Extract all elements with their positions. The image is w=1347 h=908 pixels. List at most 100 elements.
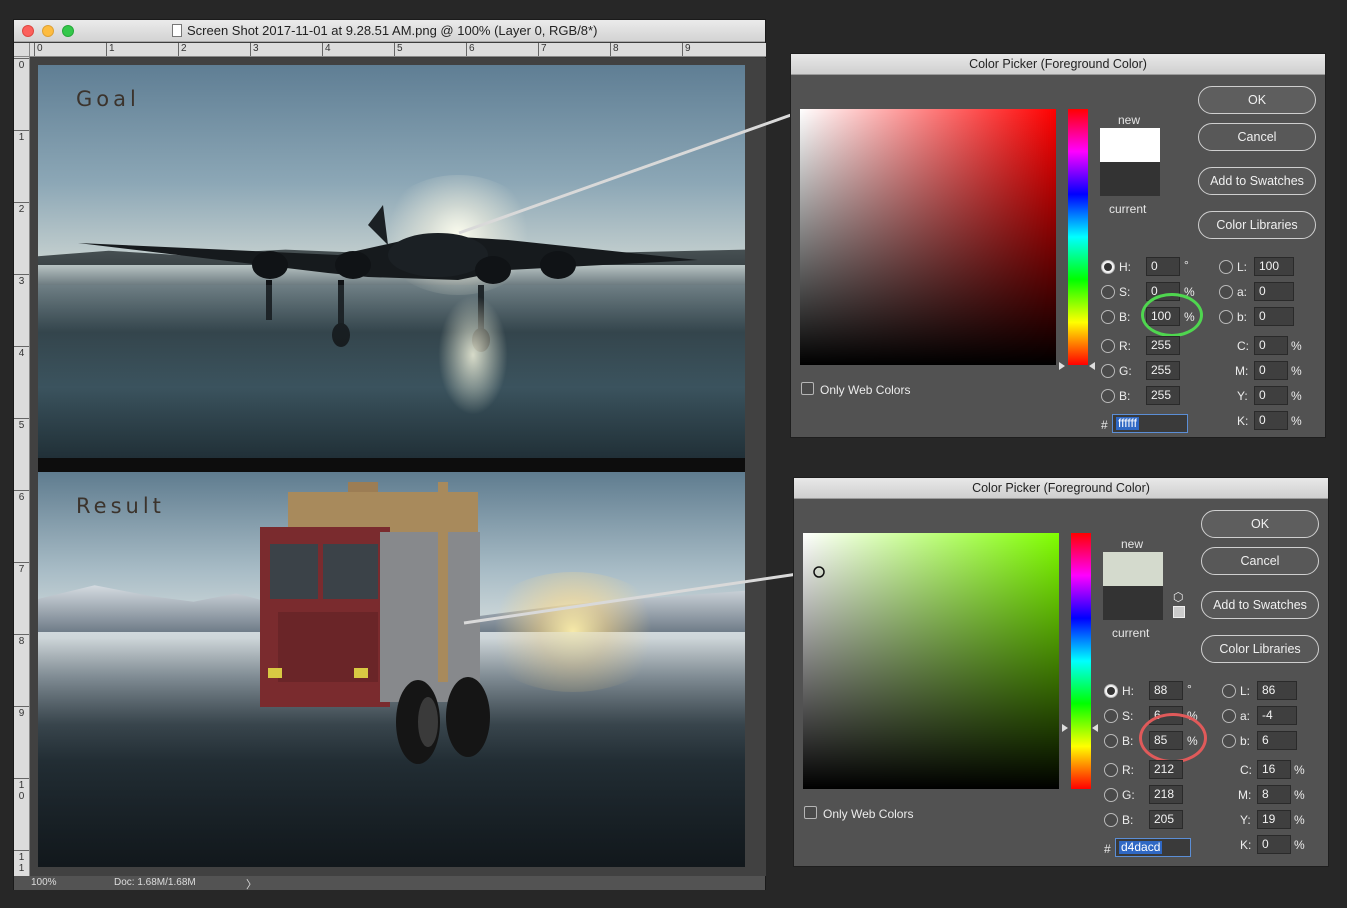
blue-radio[interactable] (1101, 389, 1115, 403)
hue-field[interactable]: 0 (1146, 257, 1180, 276)
h-label: H: (1122, 684, 1134, 698)
only-web-colors-label: Only Web Colors (820, 383, 911, 397)
magenta-field[interactable]: 8 (1257, 785, 1291, 804)
cyan-label: C: (1237, 339, 1249, 353)
lab-b-radio[interactable] (1219, 310, 1233, 324)
add-to-swatches-button[interactable]: Add to Swatches (1201, 591, 1319, 619)
green-radio[interactable] (1101, 364, 1115, 378)
only-web-colors-checkbox[interactable] (804, 806, 817, 819)
hue-slider[interactable] (1068, 109, 1088, 365)
blue-field[interactable]: 255 (1146, 386, 1180, 405)
document-title-text: Screen Shot 2017-11-01 at 9.28.51 AM.png… (187, 23, 598, 38)
hue-slider-left-arrow-icon[interactable] (1059, 362, 1065, 370)
magenta-field[interactable]: 0 (1254, 361, 1288, 380)
hex-field[interactable]: d4dacd (1115, 838, 1191, 857)
blue-radio[interactable] (1104, 813, 1118, 827)
hue-radio[interactable] (1101, 260, 1115, 274)
yellow-label: Y: (1237, 389, 1248, 403)
red-radio[interactable] (1101, 339, 1115, 353)
hex-field[interactable]: ffffff (1112, 414, 1188, 433)
web-safe-color-swatch[interactable] (1173, 606, 1185, 618)
black-field[interactable]: 0 (1254, 411, 1288, 430)
hue-field[interactable]: 88 (1149, 681, 1183, 700)
blue-label: B: (1119, 389, 1131, 403)
cancel-button[interactable]: Cancel (1198, 123, 1316, 151)
color-picker-title[interactable]: Color Picker (Foreground Color) (794, 478, 1328, 499)
document-titlebar[interactable]: Screen Shot 2017-11-01 at 9.28.51 AM.png… (14, 20, 765, 42)
ruler-tick-label: 6 (14, 490, 29, 503)
lab-a-label: a: (1237, 285, 1248, 299)
lab-b-radio[interactable] (1222, 734, 1236, 748)
g-label: G: (1119, 364, 1132, 378)
add-to-swatches-button[interactable]: Add to Swatches (1198, 167, 1316, 195)
green-field[interactable]: 218 (1149, 785, 1183, 804)
ruler-corner[interactable] (14, 43, 30, 57)
color-picker-title[interactable]: Color Picker (Foreground Color) (791, 54, 1325, 75)
close-window-button[interactable] (22, 25, 34, 37)
zoom-level[interactable]: 100% (31, 877, 57, 888)
brightness-radio[interactable] (1104, 734, 1118, 748)
red-field[interactable]: 212 (1149, 760, 1183, 779)
ruler-tick-label: 1 (14, 130, 29, 143)
h-label: H: (1119, 260, 1131, 274)
g-label: G: (1122, 788, 1135, 802)
out-of-web-gamut-cube-icon[interactable]: ⬡ (1173, 591, 1185, 603)
blue-field[interactable]: 205 (1149, 810, 1183, 829)
hue-slider-left-arrow-icon[interactable] (1062, 724, 1068, 732)
lab-l-field[interactable]: 86 (1257, 681, 1297, 700)
color-field-picker-circle[interactable] (812, 565, 826, 579)
ruler-tick-label: 3 (250, 43, 259, 56)
ok-button[interactable]: OK (1198, 86, 1316, 114)
lab-a-radio[interactable] (1222, 709, 1236, 723)
current-label: current (1112, 626, 1150, 640)
color-libraries-button[interactable]: Color Libraries (1198, 211, 1316, 239)
saturation-radio[interactable] (1101, 285, 1115, 299)
h-unit: ° (1184, 258, 1189, 272)
result-label: Result (76, 494, 165, 518)
green-radio[interactable] (1104, 788, 1118, 802)
yellow-field[interactable]: 0 (1254, 386, 1288, 405)
ruler-tick-label: 9 (682, 43, 691, 56)
lab-l-field[interactable]: 100 (1254, 257, 1294, 276)
only-web-colors-checkbox[interactable] (801, 382, 814, 395)
yellow-label: Y: (1240, 813, 1251, 827)
yellow-field[interactable]: 19 (1257, 810, 1291, 829)
lab-a-label: a: (1240, 709, 1251, 723)
red-field[interactable]: 255 (1146, 336, 1180, 355)
current-color-swatch[interactable] (1103, 586, 1163, 620)
lab-l-radio[interactable] (1222, 684, 1236, 698)
horizontal-ruler[interactable]: 0 1 2 3 4 5 6 7 8 9 (30, 43, 766, 57)
lab-a-radio[interactable] (1219, 285, 1233, 299)
lab-b-field[interactable]: 6 (1257, 731, 1297, 750)
green-field[interactable]: 255 (1146, 361, 1180, 380)
hue-radio[interactable] (1104, 684, 1118, 698)
cancel-button[interactable]: Cancel (1201, 547, 1319, 575)
vertical-ruler[interactable]: 0 1 2 3 4 5 6 7 8 9 1 0 1 1 (14, 57, 30, 876)
ok-button[interactable]: OK (1201, 510, 1319, 538)
lab-a-field[interactable]: -4 (1257, 706, 1297, 725)
status-menu-arrow-icon[interactable]: 〉 (246, 876, 257, 892)
color-field[interactable] (803, 533, 1059, 789)
ruler-tick-label: 7 (14, 562, 29, 575)
red-radio[interactable] (1104, 763, 1118, 777)
saturation-radio[interactable] (1104, 709, 1118, 723)
color-libraries-button[interactable]: Color Libraries (1201, 635, 1319, 663)
lab-b-label: b: (1240, 734, 1251, 748)
color-field[interactable] (800, 109, 1056, 365)
cyan-field[interactable]: 0 (1254, 336, 1288, 355)
minimize-window-button[interactable] (42, 25, 54, 37)
cyan-field[interactable]: 16 (1257, 760, 1291, 779)
brightness-radio[interactable] (1101, 310, 1115, 324)
current-color-swatch[interactable] (1100, 162, 1160, 196)
lab-l-radio[interactable] (1219, 260, 1233, 274)
lab-a-field[interactable]: 0 (1254, 282, 1294, 301)
zoom-window-button[interactable] (62, 25, 74, 37)
black-field[interactable]: 0 (1257, 835, 1291, 854)
hue-slider[interactable] (1071, 533, 1091, 789)
lab-b-field[interactable]: 0 (1254, 307, 1294, 326)
doc-size[interactable]: Doc: 1.68M/1.68M (114, 877, 196, 888)
s-label: S: (1122, 709, 1134, 723)
hue-slider-right-arrow-icon[interactable] (1092, 724, 1098, 732)
hue-slider-right-arrow-icon[interactable] (1089, 362, 1095, 370)
document-canvas[interactable]: Goal Result (30, 58, 766, 876)
